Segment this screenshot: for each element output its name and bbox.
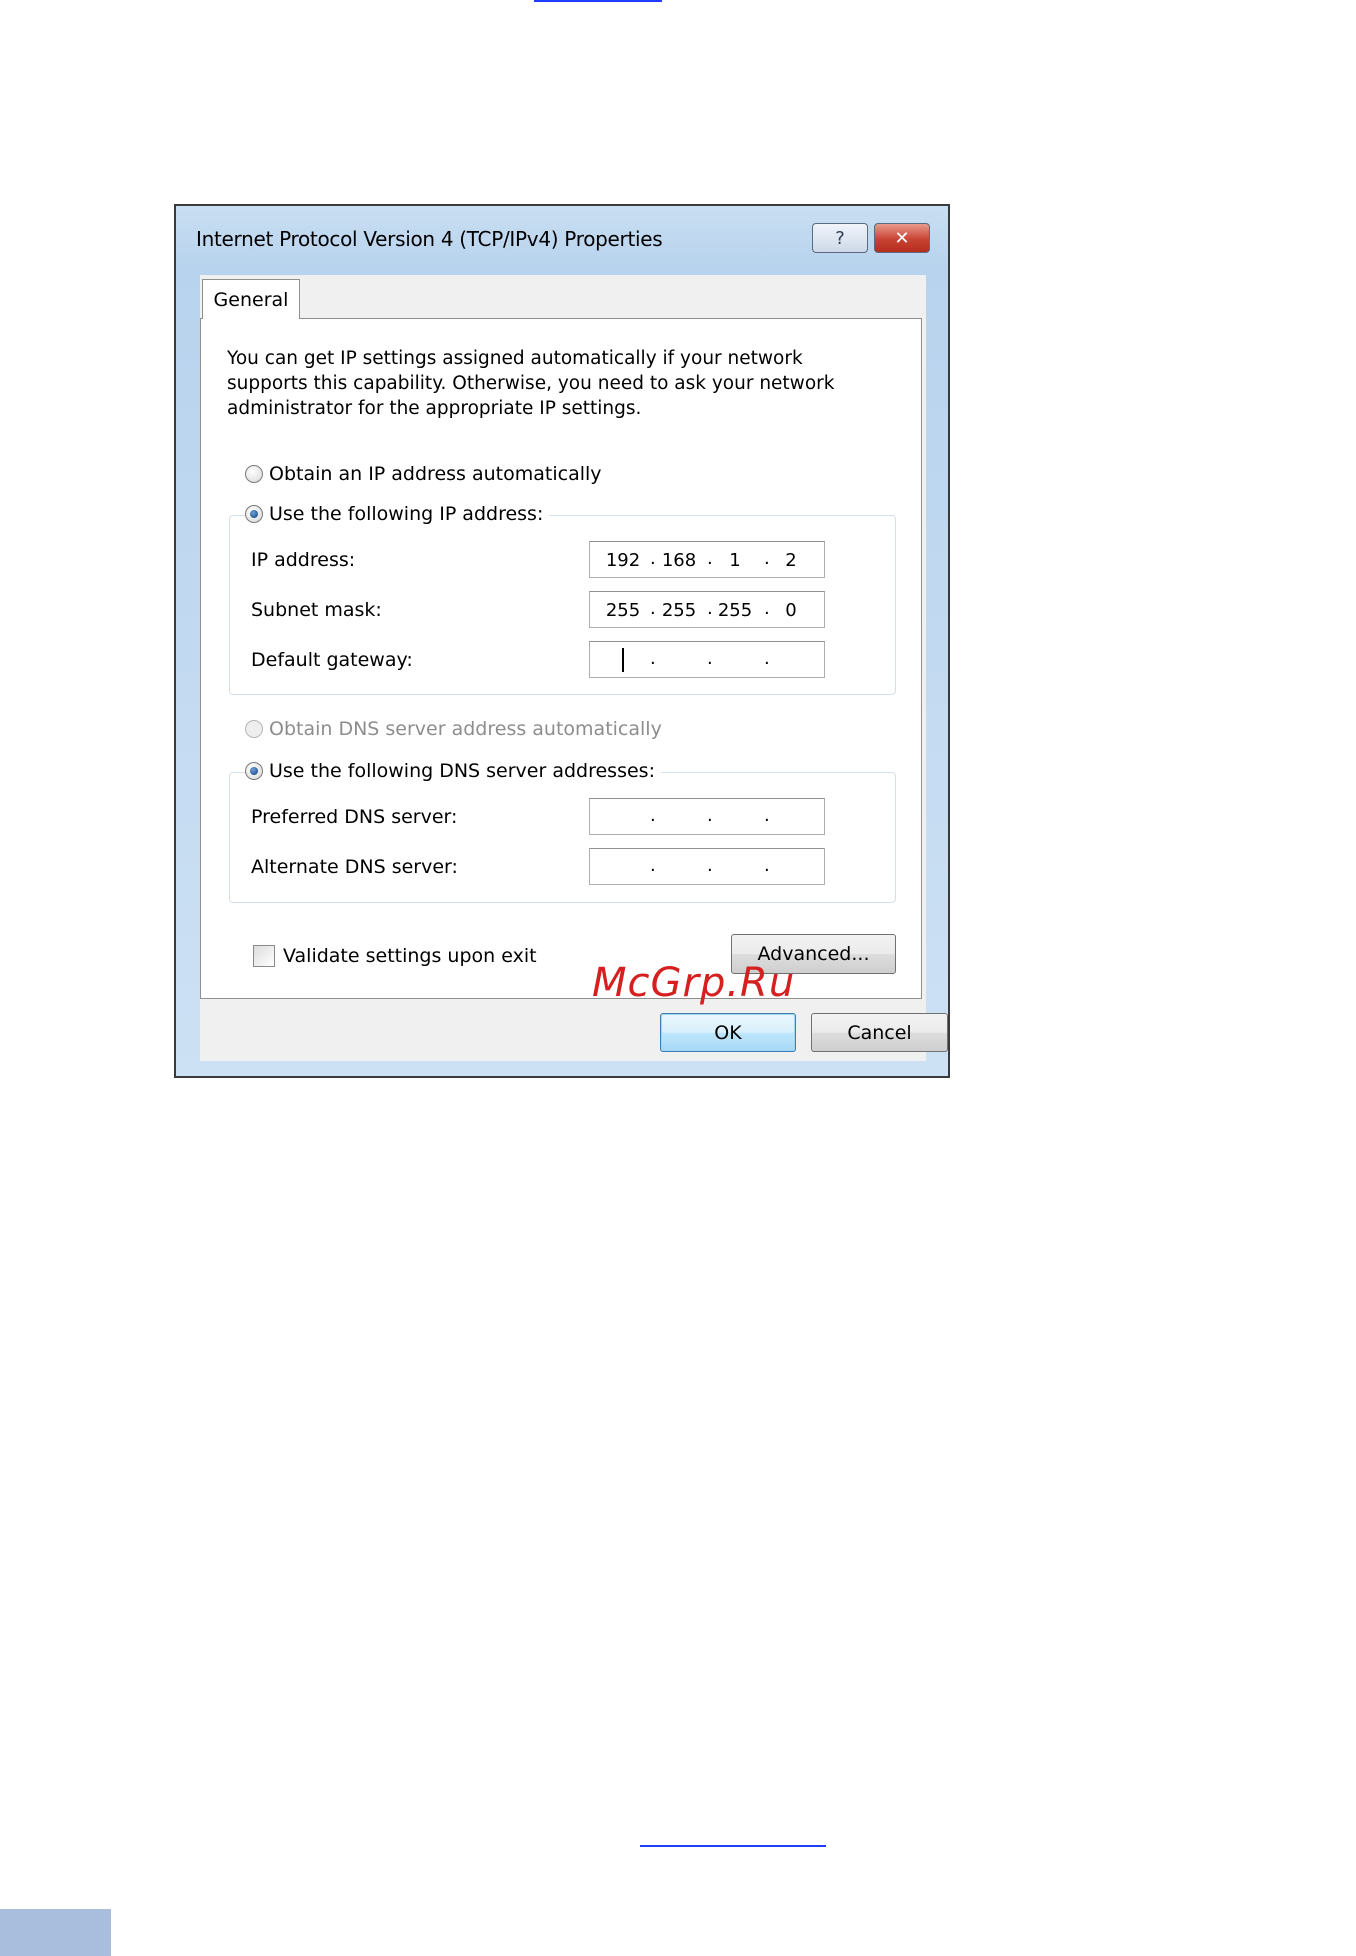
octet-separator: .: [764, 548, 770, 569]
ok-button[interactable]: OK: [660, 1013, 796, 1052]
use-following-dns-label: Use the following DNS server addresses:: [269, 760, 655, 782]
subnet-mask-input[interactable]: 255 . 255 . 255 . 0: [589, 591, 825, 628]
bottom-link-underline[interactable]: [640, 1845, 826, 1847]
octet-separator: .: [650, 855, 656, 876]
use-following-dns-option[interactable]: Use the following DNS server addresses:: [245, 760, 661, 782]
ip-octet: 2: [785, 550, 797, 571]
obtain-ip-auto-label: Obtain an IP address automatically: [269, 463, 602, 485]
ip-octet: 1: [729, 550, 741, 571]
default-gateway-label: Default gateway:: [251, 649, 413, 671]
octet-separator: .: [764, 598, 770, 619]
octet-separator: .: [650, 548, 656, 569]
octet-separator: .: [650, 648, 656, 669]
obtain-dns-auto-option[interactable]: Obtain DNS server address automatically: [245, 718, 668, 740]
ipv4-properties-dialog: Internet Protocol Version 4 (TCP/IPv4) P…: [174, 204, 950, 1078]
use-following-ip-label: Use the following IP address:: [269, 503, 544, 525]
subnet-octet: 255: [661, 600, 697, 621]
ip-address-label: IP address:: [251, 549, 356, 571]
subnet-octet: 0: [785, 600, 797, 621]
dialog-client-area: General You can get IP settings assigned…: [200, 275, 948, 1061]
help-button[interactable]: ?: [812, 223, 868, 253]
octet-separator: .: [707, 548, 713, 569]
preferred-dns-label: Preferred DNS server:: [251, 806, 458, 828]
description-text: You can get IP settings assigned automat…: [227, 348, 835, 419]
octet-separator: .: [707, 598, 713, 619]
validate-settings-label: Validate settings upon exit: [283, 945, 537, 967]
alternate-dns-label: Alternate DNS server:: [251, 856, 458, 878]
page-corner-block: [0, 1909, 111, 1956]
obtain-dns-auto-label: Obtain DNS server address automatically: [269, 718, 662, 740]
tab-general[interactable]: General: [202, 279, 300, 319]
cancel-button[interactable]: Cancel: [811, 1013, 948, 1052]
subnet-octet: 255: [717, 600, 753, 621]
ip-address-input[interactable]: 192 . 168 . 1 . 2: [589, 541, 825, 578]
obtain-ip-auto-radio[interactable]: [245, 465, 263, 483]
validate-settings-checkbox[interactable]: [253, 945, 275, 967]
obtain-dns-auto-radio[interactable]: [245, 720, 263, 738]
octet-separator: .: [707, 648, 713, 669]
octet-separator: .: [707, 855, 713, 876]
use-following-ip-option[interactable]: Use the following IP address:: [245, 503, 550, 525]
octet-separator: .: [650, 805, 656, 826]
close-button[interactable]: ✕: [874, 223, 930, 253]
ip-octet: 168: [661, 550, 697, 571]
subnet-mask-label: Subnet mask:: [251, 599, 382, 621]
subnet-octet: 255: [605, 600, 641, 621]
octet-separator: .: [707, 805, 713, 826]
general-tab-page: You can get IP settings assigned automat…: [200, 318, 922, 999]
octet-separator: .: [650, 598, 656, 619]
text-caret: [622, 648, 624, 672]
octet-separator: .: [764, 648, 770, 669]
dialog-title: Internet Protocol Version 4 (TCP/IPv4) P…: [196, 227, 663, 251]
octet-separator: .: [764, 855, 770, 876]
alternate-dns-input[interactable]: . . .: [589, 848, 825, 885]
use-following-dns-radio[interactable]: [245, 762, 263, 780]
top-link-underline[interactable]: [534, 0, 662, 2]
octet-separator: .: [764, 805, 770, 826]
obtain-ip-auto-option[interactable]: Obtain an IP address automatically: [245, 463, 608, 485]
watermark-text: McGrp.Ru: [592, 960, 796, 1006]
use-following-ip-radio[interactable]: [245, 505, 263, 523]
help-icon: ?: [835, 227, 845, 249]
preferred-dns-input[interactable]: . . .: [589, 798, 825, 835]
close-icon: ✕: [894, 227, 910, 249]
validate-settings-option[interactable]: Validate settings upon exit: [253, 945, 537, 967]
default-gateway-input[interactable]: . . .: [589, 641, 825, 678]
ip-octet: 192: [605, 550, 641, 571]
